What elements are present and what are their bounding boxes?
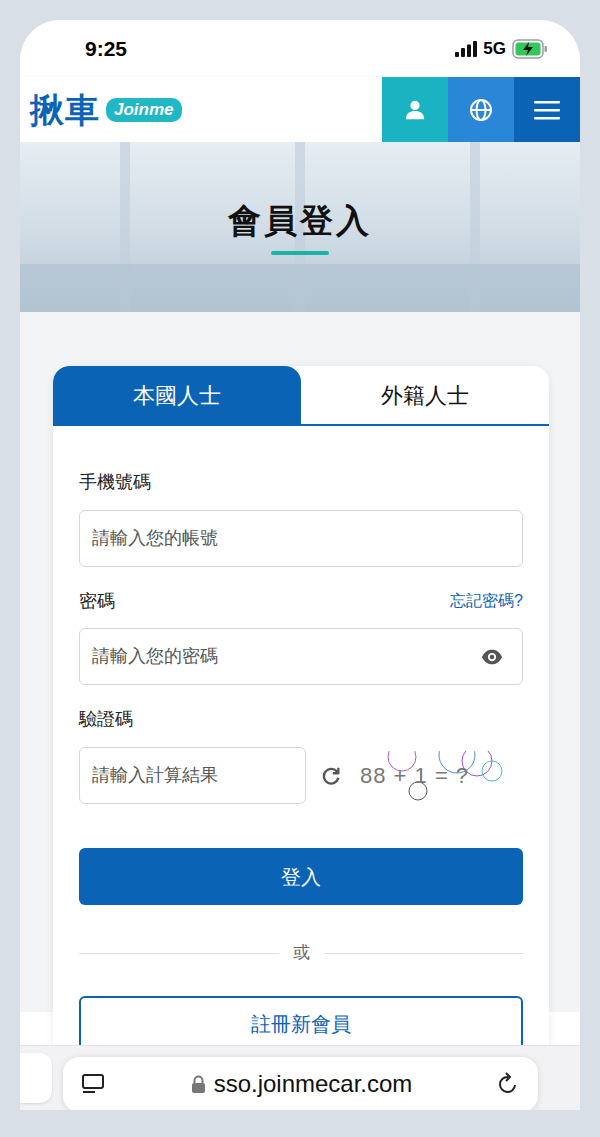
- member-button[interactable]: [382, 77, 448, 142]
- user-icon: [404, 99, 426, 121]
- hamburger-icon: [534, 99, 560, 121]
- login-tab[interactable]: 本國人士: [53, 366, 301, 424]
- battery-charging-icon: [512, 39, 548, 59]
- password-label: 密碼: [79, 589, 115, 613]
- tab-bar: 本國人士 外籍人士: [53, 366, 549, 426]
- password-field: [79, 628, 523, 685]
- register-button[interactable]: 註冊新會員: [79, 996, 523, 1052]
- globe-icon: [469, 98, 493, 122]
- network-label: 5G: [483, 36, 506, 62]
- status-bar: 9:25 5G: [20, 20, 580, 77]
- banner-ground: [20, 264, 580, 312]
- previous-tab-preview[interactable]: [20, 1053, 52, 1103]
- logo[interactable]: 揪車 Joinme: [20, 93, 182, 127]
- site-header: 揪車 Joinme: [20, 77, 580, 142]
- phone-screen: 9:25 5G 揪車 Join: [20, 20, 580, 1110]
- language-button[interactable]: [448, 77, 514, 142]
- browser-toolbar: sso.joinmecar.com: [20, 1045, 580, 1110]
- divider: 或: [79, 941, 523, 965]
- menu-button[interactable]: [514, 77, 580, 142]
- eye-icon[interactable]: [481, 646, 503, 668]
- title-underline: [271, 251, 329, 255]
- address-bar[interactable]: sso.joinmecar.com: [63, 1057, 538, 1111]
- phone-input[interactable]: [79, 510, 523, 567]
- tab-overview-icon[interactable]: [81, 1072, 107, 1096]
- content-area: 本國人士 外籍人士 手機號碼 密碼 忘記密碼?: [20, 312, 580, 1012]
- captcha-row: 88 + 1 = ?: [79, 747, 523, 804]
- login-button[interactable]: 登入: [79, 848, 523, 905]
- tab-label: 本國人士: [133, 379, 221, 412]
- header-actions: [382, 77, 580, 142]
- signal-icon: [455, 41, 477, 57]
- login-tab[interactable]: 外籍人士: [301, 366, 549, 424]
- forgot-password-link[interactable]: 忘記密碼?: [450, 589, 523, 613]
- status-icons: 5G: [455, 36, 548, 62]
- phone-frame: 9:25 5G 揪車 Join: [0, 0, 600, 1137]
- page-banner: 會員登入: [20, 142, 580, 312]
- divider-text: 或: [293, 940, 310, 966]
- logo-text: 揪車: [30, 93, 100, 127]
- password-label-row: 密碼 忘記密碼?: [79, 589, 523, 613]
- url-text: sso.joinmecar.com: [214, 1066, 413, 1102]
- status-time: 9:25: [85, 33, 127, 65]
- reload-icon[interactable]: [496, 1072, 520, 1096]
- captcha-image: 88 + 1 = ?: [352, 751, 517, 801]
- password-input[interactable]: [79, 628, 523, 685]
- captcha-input[interactable]: [79, 747, 306, 804]
- tab-label: 外籍人士: [381, 379, 469, 412]
- lock-icon: [191, 1075, 206, 1093]
- refresh-icon[interactable]: [320, 765, 342, 787]
- captcha-label: 驗證碼: [79, 707, 523, 731]
- login-form: 手機號碼 密碼 忘記密碼? 驗證碼: [53, 426, 549, 1052]
- url-display: sso.joinmecar.com: [107, 1066, 496, 1102]
- phone-label: 手機號碼: [79, 470, 523, 494]
- logo-badge: Joinme: [106, 98, 182, 122]
- login-card: 本國人士 外籍人士 手機號碼 密碼 忘記密碼?: [53, 366, 549, 1092]
- captcha-question: 88 + 1 = ?: [352, 759, 469, 792]
- page-title: 會員登入: [228, 199, 372, 243]
